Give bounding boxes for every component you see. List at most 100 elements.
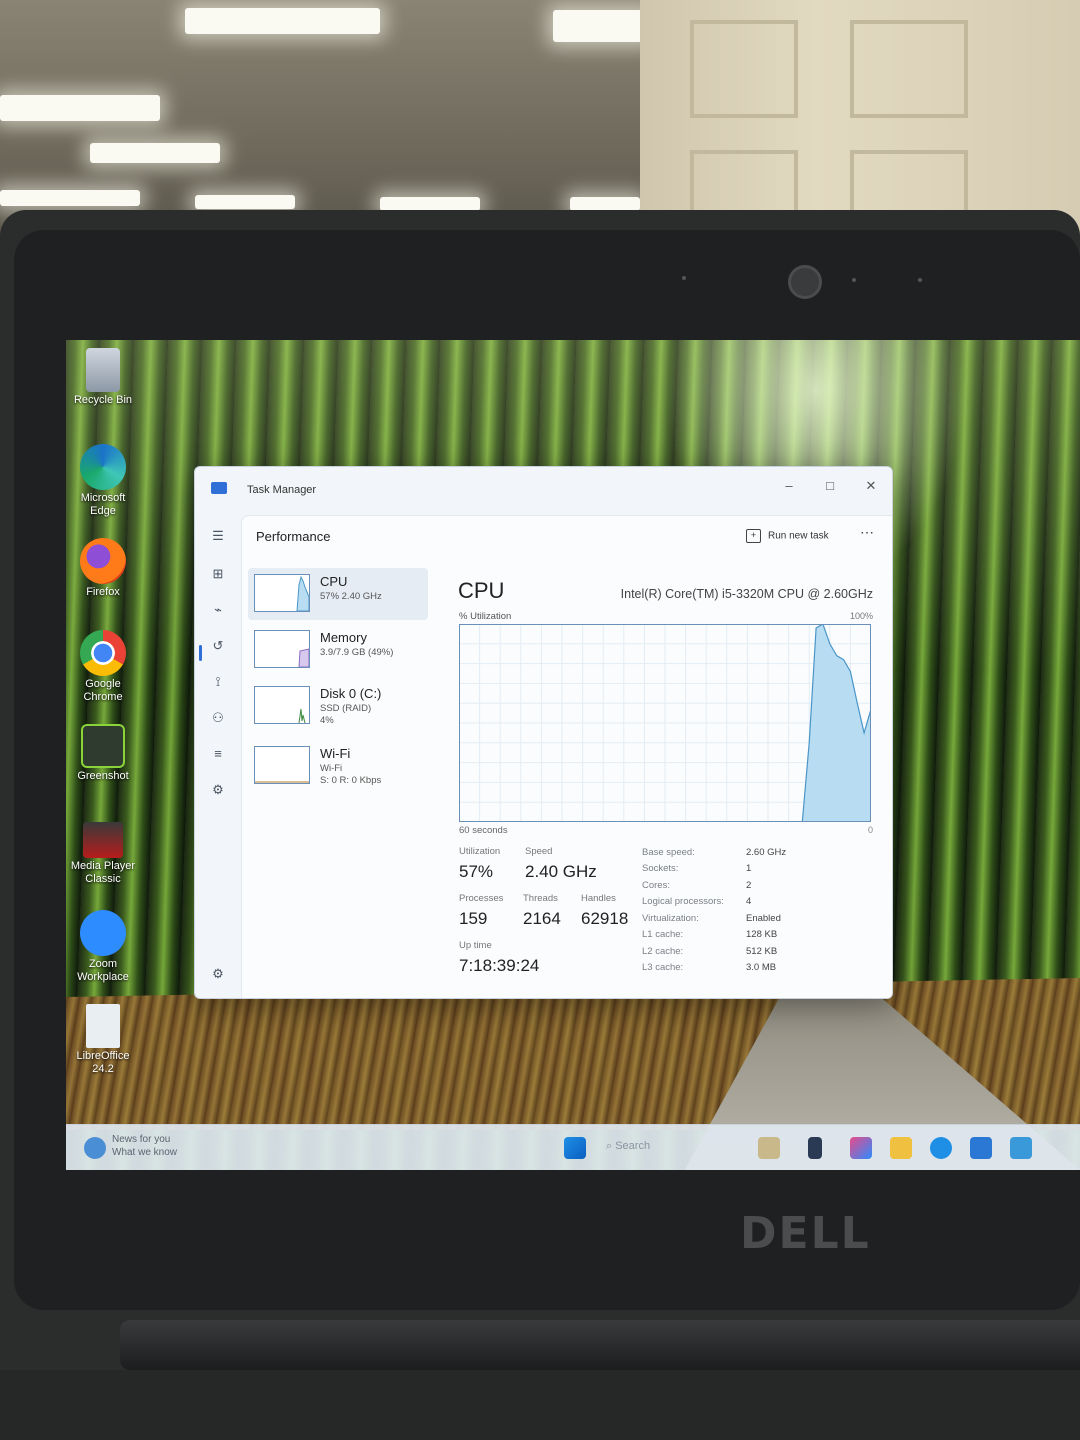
desktop-icon-recycle-bin[interactable]: Recycle Bin: [68, 348, 138, 407]
device-detail-line: Wi-Fi: [320, 763, 343, 774]
spec-value: 1: [746, 863, 752, 874]
desktop-icon-label: Zoom Workplace: [77, 958, 129, 983]
media-player-icon: [83, 822, 123, 858]
title-bar[interactable]: Task Manager – □ ✕: [195, 467, 892, 511]
device-detail-line: 4%: [320, 715, 334, 726]
device-item-memory[interactable]: Memory 3.9/7.9 GB (49%): [248, 624, 428, 676]
sensor-dot: [852, 278, 856, 282]
desktop-icon-label: Microsoft Edge: [80, 492, 126, 517]
maximize-button[interactable]: □: [810, 473, 850, 499]
copilot-icon[interactable]: [758, 1137, 780, 1159]
desktop-icon-chrome[interactable]: Google Chrome: [68, 630, 138, 704]
minimize-button[interactable]: –: [769, 473, 809, 499]
processes-icon[interactable]: ⊞: [207, 563, 229, 585]
spec-key: L2 cache:: [642, 946, 684, 957]
spec-key: Virtualization:: [642, 913, 699, 924]
users-icon[interactable]: ⚇: [207, 707, 229, 729]
run-new-task-label: Run new task: [768, 530, 829, 542]
desktop-icon-label: Firefox: [86, 586, 120, 598]
cpu-model: Intel(R) Core(TM) i5-3320M CPU @ 2.60GHz: [620, 587, 873, 601]
device-name: Memory: [320, 630, 367, 645]
desktop-icon-label: Google Chrome: [83, 678, 123, 703]
cpu-utilization-graph: [459, 624, 871, 822]
desktop-icon-libreoffice[interactable]: LibreOffice 24.2: [68, 1004, 138, 1076]
handles-value: 62918: [581, 909, 629, 928]
task-manager-taskbar-icon[interactable]: [1010, 1137, 1032, 1159]
spec-value: 2: [746, 880, 752, 891]
device-item-disk[interactable]: Disk 0 (C:) SSD (RAID) 4%: [248, 680, 428, 732]
chrome-icon: [80, 630, 126, 676]
details-icon[interactable]: ≡: [207, 743, 229, 765]
start-button-icon[interactable]: [564, 1137, 586, 1159]
door-panel: [850, 20, 968, 118]
processes-label: Processes: [459, 893, 504, 904]
startup-apps-icon[interactable]: ⟟: [207, 671, 229, 693]
ceiling-light: [553, 10, 650, 42]
ceiling-light: [185, 8, 380, 34]
threads-label: Threads: [523, 893, 558, 904]
app-history-icon[interactable]: ↺: [207, 635, 229, 657]
uptime-value: 7:18:39:24: [459, 956, 540, 975]
task-view-icon[interactable]: [808, 1137, 822, 1159]
desktop-icon-greenshot[interactable]: Greenshot: [68, 724, 138, 783]
edge-taskbar-icon[interactable]: [930, 1137, 952, 1159]
run-new-task-button[interactable]: + Run new task: [746, 529, 829, 543]
cpu-thumb-svg: [296, 575, 309, 611]
store-icon[interactable]: [850, 1137, 872, 1159]
y-max-label: 100%: [849, 611, 873, 621]
device-item-wifi[interactable]: Wi-Fi Wi-Fi S: 0 R: 0 Kbps: [248, 740, 428, 792]
device-detail: 3.9/7.9 GB (49%): [320, 647, 394, 658]
navigation-rail: ☰ ⊞ ⌁ ↺ ⟟ ⚇ ≡ ⚙ ⚙: [195, 511, 241, 998]
greenshot-icon: [81, 724, 125, 768]
cpu-title: CPU: [458, 578, 505, 603]
hamburger-menu-icon[interactable]: ☰: [207, 525, 229, 547]
settings-icon[interactable]: ⚙: [207, 963, 229, 985]
desktop-icon-firefox[interactable]: Firefox: [68, 538, 138, 599]
brand-logo: DELL: [740, 1208, 871, 1259]
close-button[interactable]: ✕: [851, 473, 891, 499]
task-manager-app-icon: [211, 482, 227, 494]
zoom-icon: [80, 910, 126, 956]
door-panel: [850, 150, 968, 218]
services-icon[interactable]: ⚙: [207, 779, 229, 801]
weather-widget-icon[interactable]: [84, 1137, 106, 1159]
outlook-icon[interactable]: [970, 1137, 992, 1159]
search-placeholder: Search: [615, 1140, 651, 1152]
file-explorer-icon[interactable]: [890, 1137, 912, 1159]
device-detail-line: S: 0 R: 0 Kbps: [320, 775, 382, 786]
device-name: Wi-Fi: [320, 746, 351, 761]
performance-panel: Performance + Run new task ⋯ CPU 57% 2.40…: [241, 515, 892, 998]
laptop-hinge: [120, 1320, 1080, 1370]
threads-value: 2164: [523, 909, 561, 928]
spec-key: Logical processors:: [642, 896, 724, 907]
sensor-dot: [682, 276, 686, 280]
webcam: [788, 265, 822, 299]
spec-key: L1 cache:: [642, 929, 684, 940]
firefox-icon: [80, 538, 126, 584]
device-item-cpu[interactable]: CPU 57% 2.40 GHz: [248, 568, 428, 620]
spec-key: Cores:: [642, 880, 670, 891]
door-panel: [690, 150, 798, 218]
device-name: CPU: [320, 574, 348, 589]
spec-value: 128 KB: [746, 929, 778, 940]
desktop-icon-media-player[interactable]: Media Player Classic: [68, 822, 138, 886]
page-title: Performance: [256, 529, 331, 544]
news-widget[interactable]: News for you What we know: [112, 1133, 177, 1159]
performance-icon[interactable]: ⌁: [207, 599, 229, 621]
desktop-icon-edge[interactable]: Microsoft Edge: [68, 444, 138, 518]
desktop-icon-zoom[interactable]: Zoom Workplace: [68, 910, 138, 984]
cpu-thumbnail-graph: [254, 574, 310, 612]
window-title: Task Manager: [247, 484, 317, 496]
spec-value: Enabled: [746, 913, 781, 924]
device-detail: SSD (RAID) 4%: [320, 703, 371, 727]
taskbar-search[interactable]: ⌕ Search: [606, 1140, 650, 1153]
speed-value: 2.40 GHz: [525, 862, 597, 881]
memory-thumbnail-graph: [254, 630, 310, 668]
device-detail-line: SSD (RAID): [320, 703, 372, 714]
speed-label: Speed: [525, 846, 553, 857]
device-name: Disk 0 (C:): [320, 686, 382, 701]
ceiling-light: [90, 143, 220, 163]
spec-value: 3.0 MB: [746, 962, 777, 973]
more-options-icon[interactable]: ⋯: [860, 524, 874, 541]
spec-value: 512 KB: [746, 946, 778, 957]
